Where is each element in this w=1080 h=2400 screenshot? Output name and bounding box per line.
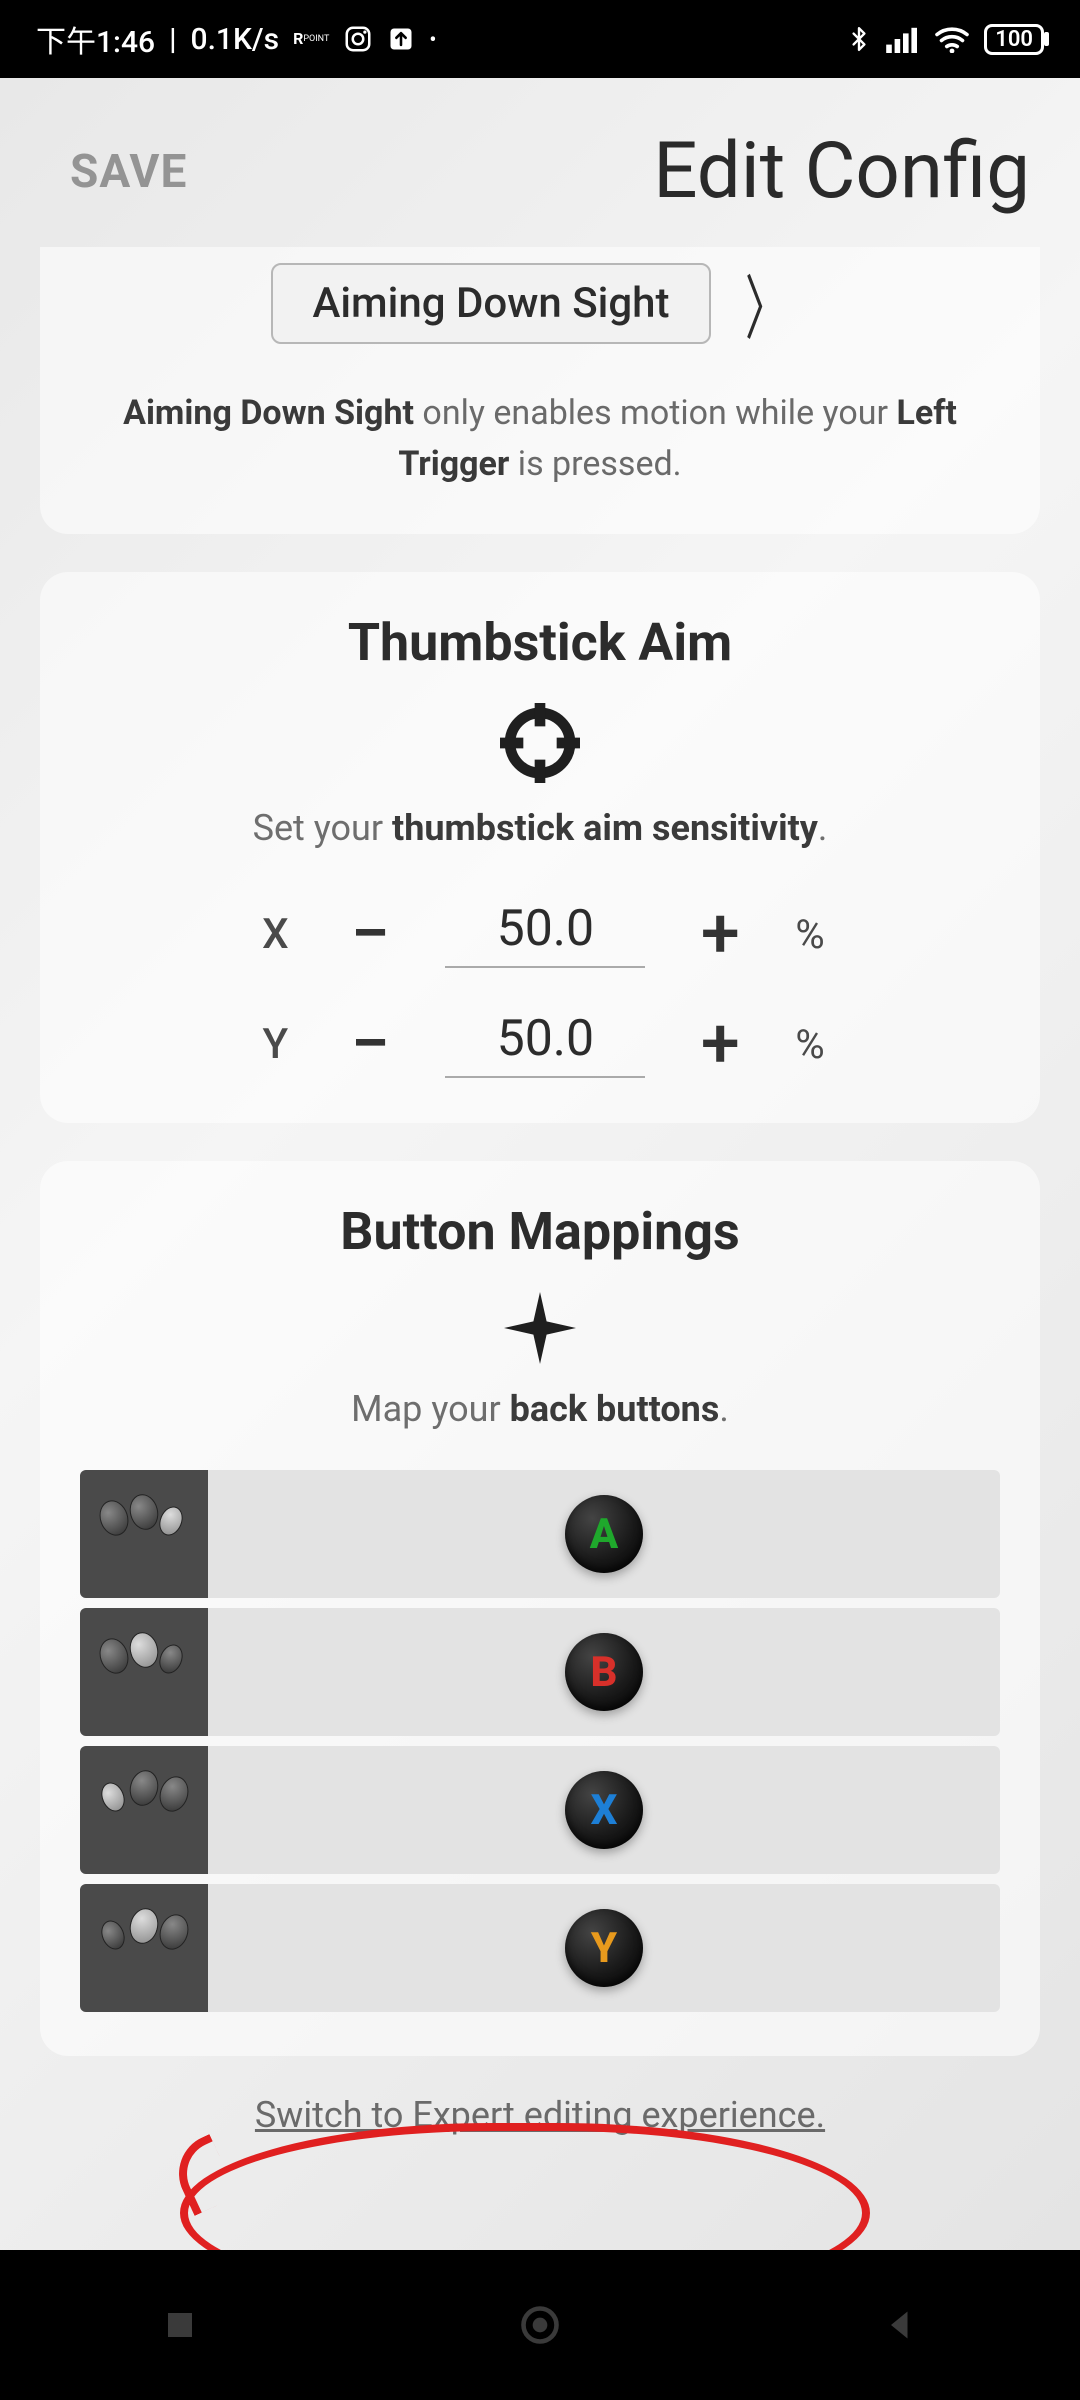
save-button[interactable]: SAVE (70, 145, 187, 199)
face-button-y-icon: Y (565, 1909, 643, 1987)
status-net-speed: 0.1K/s (191, 22, 280, 57)
paddle-thumb-icon (80, 1470, 208, 1598)
app-root: SAVE Edit Config Aiming Down Sight 〉 Aim… (0, 78, 1080, 2250)
app-header: SAVE Edit Config (0, 78, 1080, 247)
mappings-desc: Map your back buttons. (80, 1388, 1000, 1430)
motion-mode-card: Aiming Down Sight 〉 Aiming Down Sight on… (40, 247, 1040, 534)
status-bar: 下午1:46 | 0.1K/s RPOINT • 100 (0, 0, 1080, 78)
nav-home-button[interactable] (510, 2295, 570, 2355)
motion-mode-select[interactable]: Aiming Down Sight (271, 263, 712, 344)
y-decrement-button[interactable]: − (335, 1009, 405, 1079)
paddle-thumb-icon (80, 1608, 208, 1736)
mapping-list: A B X (80, 1470, 1000, 2012)
y-axis-label: Y (255, 1020, 295, 1069)
page-title: Edit Config (653, 126, 1030, 217)
thumbstick-desc: Set your thumbstick aim sensitivity. (80, 807, 1000, 849)
x-increment-button[interactable]: + (685, 899, 755, 969)
paddle-thumb-icon (80, 1884, 208, 2012)
switch-expert-link[interactable]: Switch to Expert editing experience. (0, 2094, 1080, 2166)
chevron-right-icon[interactable]: 〉 (741, 253, 793, 354)
mapping-row[interactable]: X (80, 1746, 1000, 1874)
upload-icon (387, 25, 415, 53)
bluetooth-icon (846, 22, 872, 56)
button-mappings-card: Button Mappings Map your back buttons. A (40, 1161, 1040, 2056)
x-decrement-button[interactable]: − (335, 899, 405, 969)
face-button-a-icon: A (565, 1495, 643, 1573)
y-value-input[interactable]: 50.0 (445, 1010, 645, 1078)
status-sep: | (169, 22, 176, 57)
x-value-input[interactable]: 50.0 (445, 900, 645, 968)
face-button-x-icon: X (565, 1771, 643, 1849)
cellular-icon (886, 25, 920, 53)
nav-recent-button[interactable] (150, 2295, 210, 2355)
y-unit: % (795, 1021, 824, 1068)
status-left: 下午1:46 | 0.1K/s RPOINT • (36, 17, 436, 61)
x-axis-label: X (255, 910, 295, 959)
mapping-row[interactable]: A (80, 1470, 1000, 1598)
battery-indicator: 100 (984, 24, 1044, 55)
rpoint-icon: RPOINT (293, 31, 329, 47)
system-nav-bar (0, 2250, 1080, 2400)
x-axis-row: X − 50.0 + % (255, 899, 824, 969)
y-increment-button[interactable]: + (685, 1009, 755, 1079)
face-button-b-icon: B (565, 1633, 643, 1711)
motion-mode-hint: Aiming Down Sight only enables motion wh… (80, 388, 1000, 490)
nav-back-button[interactable] (870, 2295, 930, 2355)
y-axis-row: Y − 50.0 + % (255, 1009, 824, 1079)
crosshair-icon (80, 703, 1000, 783)
thumbstick-title: Thumbstick Aim (80, 612, 1000, 673)
instagram-icon (343, 24, 373, 54)
mapping-row[interactable]: Y (80, 1884, 1000, 2012)
thumbstick-aim-card: Thumbstick Aim Set your thumbstick aim s… (40, 572, 1040, 1123)
mapping-row[interactable]: B (80, 1608, 1000, 1736)
x-unit: % (795, 911, 824, 958)
status-time: 下午1:46 (36, 17, 155, 61)
sparkle-icon (80, 1292, 1000, 1364)
dot-icon: • (429, 27, 436, 51)
wifi-icon (934, 25, 970, 53)
status-right: 100 (846, 22, 1044, 56)
paddle-thumb-icon (80, 1746, 208, 1874)
mappings-title: Button Mappings (80, 1201, 1000, 1262)
